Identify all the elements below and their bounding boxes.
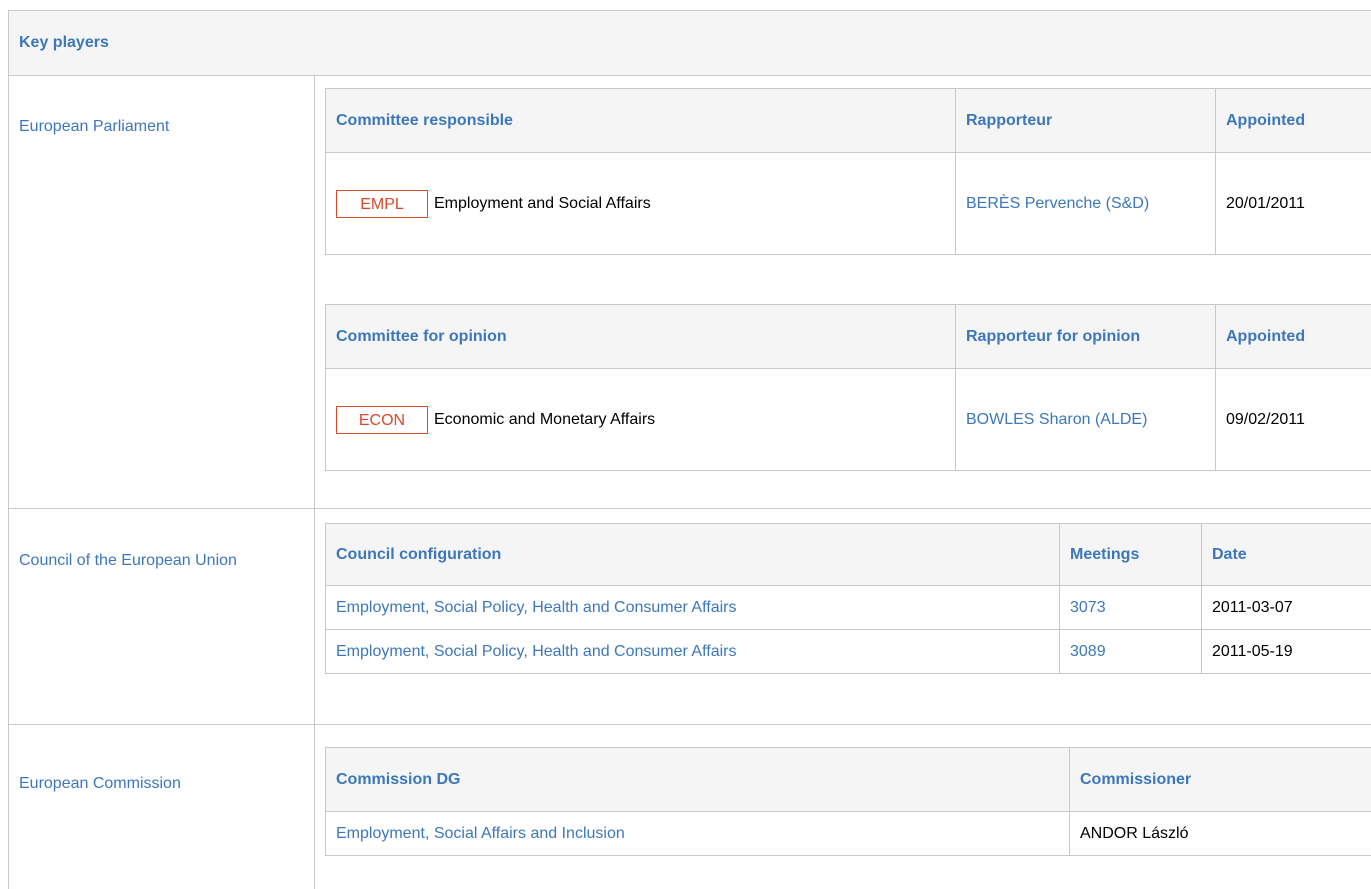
header-appointed: Appointed [1216, 305, 1371, 369]
committee-name: Employment and Social Affairs [434, 195, 651, 212]
committee-cell: EMPL Employment and Social Affairs [326, 153, 956, 255]
table-header-row: Council configuration Meetings Date [326, 524, 1371, 586]
section-divider [314, 725, 315, 889]
council-configuration-link[interactable]: Employment, Social Policy, Health and Co… [336, 643, 736, 660]
header-commission-dg: Commission DG [326, 748, 1070, 812]
section-european-parliament: European Parliament Committee responsibl… [9, 76, 1371, 509]
page-title: Key players [19, 34, 109, 52]
table-row: Employment, Social Policy, Health and Co… [326, 630, 1371, 674]
meeting-date: 2011-03-07 [1202, 586, 1371, 630]
committee-code-badge[interactable]: ECON [336, 406, 428, 434]
committee-cell: ECON Economic and Monetary Affairs [326, 369, 956, 471]
section-divider [314, 76, 315, 508]
header-rapporteur: Rapporteur [956, 89, 1216, 153]
committee-responsible-table: Committee responsible Rapporteur Appoint… [325, 88, 1371, 255]
committee-opinion-table: Committee for opinion Rapporteur for opi… [325, 304, 1371, 471]
appointed-date: 20/01/2011 [1216, 153, 1371, 255]
meeting-link[interactable]: 3073 [1070, 599, 1106, 616]
section-commission: European Commission Commission DG Commis… [9, 725, 1371, 889]
committee-code-badge[interactable]: EMPL [336, 190, 428, 218]
rapporteur-cell: BOWLES Sharon (ALDE) [956, 369, 1216, 471]
header-council-configuration: Council configuration [326, 524, 1060, 586]
commissioner-name: ANDOR László [1070, 812, 1371, 856]
meeting-link[interactable]: 3089 [1070, 643, 1106, 660]
table-header-row: Committee responsible Rapporteur Appoint… [326, 89, 1371, 153]
header-meetings: Meetings [1060, 524, 1202, 586]
table-row: EMPL Employment and Social Affairs BERÈS … [326, 153, 1371, 255]
key-players-table: Key players European Parliament Committe… [8, 10, 1371, 889]
rapporteur-link[interactable]: BERÈS Pervenche (S&D) [966, 195, 1149, 212]
table-row: ECON Economic and Monetary Affairs BOWLES… [326, 369, 1371, 471]
council-configuration-link[interactable]: Employment, Social Policy, Health and Co… [336, 599, 736, 616]
rapporteur-link[interactable]: BOWLES Sharon (ALDE) [966, 411, 1147, 428]
council-table: Council configuration Meetings Date Empl… [325, 523, 1371, 674]
rapporteur-cell: BERÈS Pervenche (S&D) [956, 153, 1216, 255]
commission-dg-link[interactable]: Employment, Social Affairs and Inclusion [336, 825, 625, 842]
header-appointed: Appointed [1216, 89, 1371, 153]
commission-table: Commission DG Commissioner Employment, S… [325, 747, 1371, 856]
header-committee-opinion: Committee for opinion [326, 305, 956, 369]
appointed-date: 09/02/2011 [1216, 369, 1371, 471]
header-rapporteur-opinion: Rapporteur for opinion [956, 305, 1216, 369]
council-link[interactable]: Council of the European Union [19, 552, 237, 570]
table-header-row: Committee for opinion Rapporteur for opi… [326, 305, 1371, 369]
section-divider [314, 509, 315, 724]
header-commissioner: Commissioner [1070, 748, 1371, 812]
header-committee-responsible: Committee responsible [326, 89, 956, 153]
committee-name: Economic and Monetary Affairs [434, 411, 655, 428]
meeting-date: 2011-05-19 [1202, 630, 1371, 674]
table-header-row: Commission DG Commissioner [326, 748, 1371, 812]
table-row: Employment, Social Affairs and Inclusion… [326, 812, 1371, 856]
header-date: Date [1202, 524, 1371, 586]
table-row: Employment, Social Policy, Health and Co… [326, 586, 1371, 630]
european-parliament-link[interactable]: European Parliament [19, 118, 169, 136]
title-bar: Key players [9, 11, 1371, 76]
section-council: Council of the European Union Council co… [9, 509, 1371, 725]
commission-link[interactable]: European Commission [19, 775, 181, 793]
